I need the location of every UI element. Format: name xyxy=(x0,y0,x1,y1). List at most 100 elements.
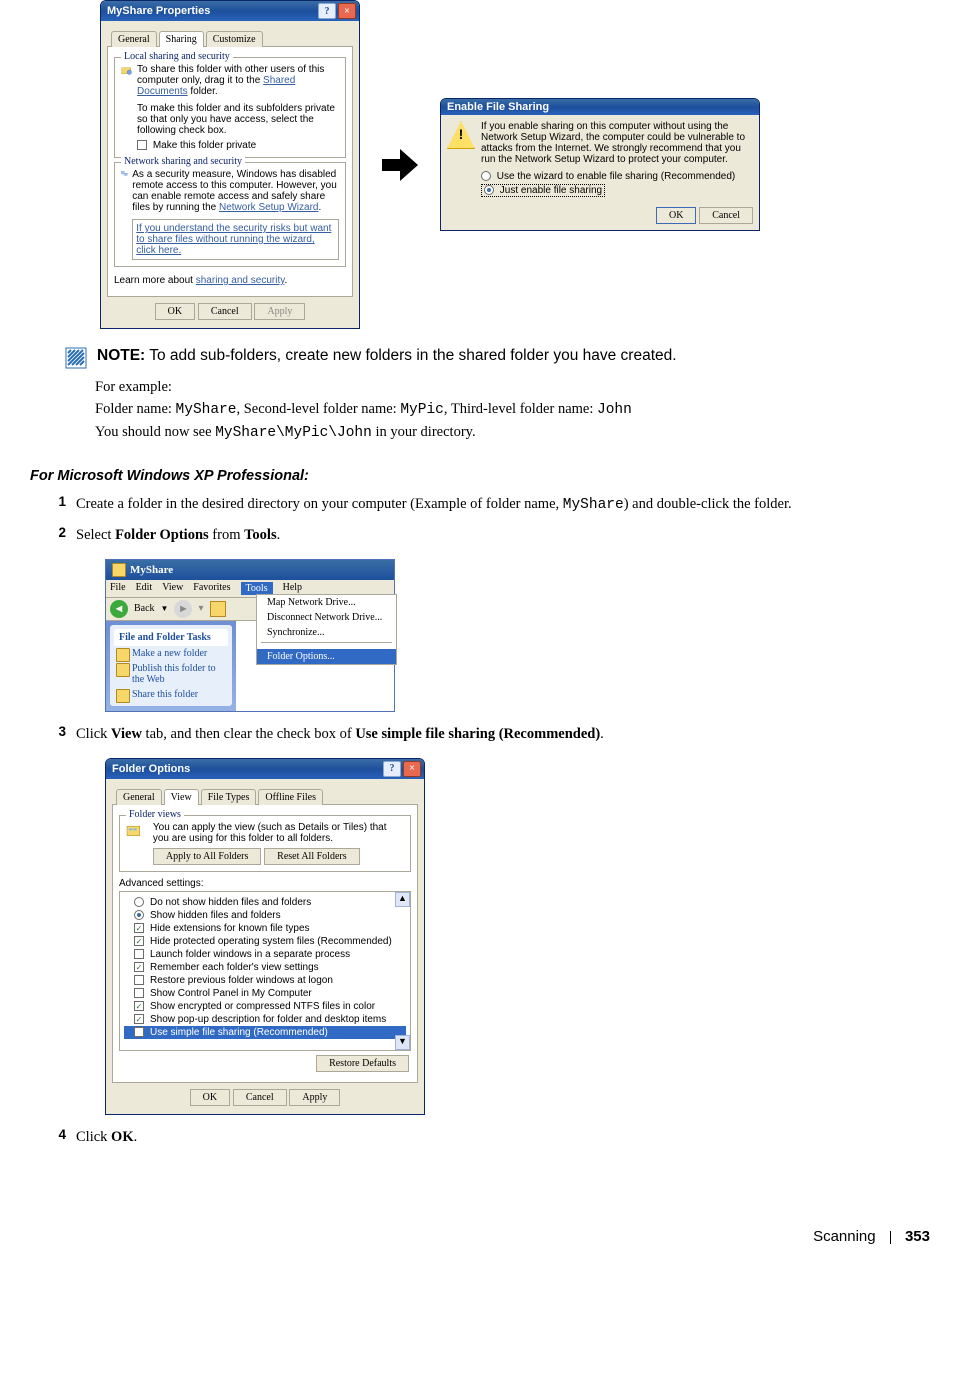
help-button[interactable]: ? xyxy=(383,761,401,777)
advanced-setting-item[interactable]: Restore previous folder windows at logon xyxy=(124,974,406,987)
sidebar-item[interactable]: Publish this folder to the Web xyxy=(114,661,228,687)
advanced-setting-item[interactable]: Show Control Panel in My Computer xyxy=(124,987,406,1000)
sidebar-item[interactable]: Make a new folder xyxy=(114,646,228,661)
checkbox-icon[interactable] xyxy=(134,988,144,998)
tab-general[interactable]: General xyxy=(116,789,162,805)
share-without-wizard-link[interactable]: If you understand the security risks but… xyxy=(132,219,339,260)
menu-file[interactable]: File xyxy=(110,582,126,595)
advanced-setting-label: Show pop-up description for folder and d… xyxy=(150,1014,386,1025)
cancel-button[interactable]: Cancel xyxy=(198,303,252,320)
forward-button[interactable]: ► xyxy=(174,600,192,618)
tools-menu-item[interactable]: Synchronize... xyxy=(257,625,396,640)
advanced-setting-label: Hide extensions for known file types xyxy=(150,923,310,934)
folder-views-text: You can apply the view (such as Details … xyxy=(153,822,404,844)
note-label: NOTE: xyxy=(97,347,145,364)
advanced-setting-item[interactable]: Launch folder windows in a separate proc… xyxy=(124,948,406,961)
enable-file-sharing-dialog: Enable File Sharing If you enable sharin… xyxy=(440,98,760,231)
step-3-text: Click View tab, and then clear the check… xyxy=(76,724,940,746)
use-wizard-radio[interactable] xyxy=(481,171,491,181)
apply-button[interactable]: Apply xyxy=(289,1089,340,1106)
reset-all-button[interactable]: Reset All Folders xyxy=(264,848,359,865)
tools-menu-item[interactable]: Disconnect Network Drive... xyxy=(257,610,396,625)
dialog-title: Enable File Sharing xyxy=(447,101,549,113)
menu-view[interactable]: View xyxy=(162,582,183,595)
back-button[interactable]: ◄ xyxy=(110,600,128,618)
radio-icon[interactable] xyxy=(134,910,144,920)
make-private-checkbox[interactable] xyxy=(137,140,147,150)
group-local-title: Local sharing and security xyxy=(121,51,233,62)
advanced-setting-label: Use simple file sharing (Recommended) xyxy=(150,1027,328,1038)
close-button[interactable]: × xyxy=(338,3,356,19)
footer-page-number: 353 xyxy=(905,1228,930,1245)
advanced-setting-item[interactable]: ✓ Hide protected operating system files (… xyxy=(124,935,406,948)
tools-dropdown: Map Network Drive... Disconnect Network … xyxy=(256,594,397,665)
advanced-setting-label: Remember each folder's view settings xyxy=(150,962,319,973)
scroll-down-button[interactable]: ▼ xyxy=(395,1035,410,1050)
apply-button[interactable]: Apply xyxy=(254,303,305,320)
help-button[interactable]: ? xyxy=(318,3,336,19)
apply-to-all-button[interactable]: Apply to All Folders xyxy=(153,848,262,865)
radio-icon[interactable] xyxy=(134,897,144,907)
learn-more-text: Learn more about xyxy=(114,275,193,286)
advanced-setting-item[interactable]: ✓ Show pop-up description for folder and … xyxy=(124,1013,406,1026)
just-enable-radio[interactable] xyxy=(484,185,494,195)
folder-users-icon xyxy=(121,64,133,92)
tab-offline[interactable]: Offline Files xyxy=(258,789,323,805)
menu-edit[interactable]: Edit xyxy=(136,582,153,595)
explorer-title: MyShare xyxy=(130,564,173,576)
tab-sharing[interactable]: Sharing xyxy=(159,31,204,47)
restore-defaults-button[interactable]: Restore Defaults xyxy=(316,1055,409,1072)
checkbox-icon[interactable] xyxy=(134,1027,144,1037)
advanced-setting-item[interactable]: ✓ Remember each folder's view settings xyxy=(124,961,406,974)
advanced-setting-item[interactable]: ✓ Hide extensions for known file types xyxy=(124,922,406,935)
step-3-number: 3 xyxy=(52,724,76,746)
advanced-settings-list[interactable]: ▲ Do not show hidden files and foldersSh… xyxy=(119,891,411,1051)
note-block: NOTE: To add sub-folders, create new fol… xyxy=(65,347,940,369)
step-1-number: 1 xyxy=(52,494,76,517)
advanced-setting-label: Do not show hidden files and folders xyxy=(150,897,311,908)
sidebar-item[interactable]: Share this folder xyxy=(114,687,228,702)
advanced-setting-label: Show hidden files and folders xyxy=(150,910,281,921)
tools-menu-item[interactable]: Map Network Drive... xyxy=(257,595,396,610)
checkbox-icon[interactable]: ✓ xyxy=(134,962,144,972)
tab-view[interactable]: View xyxy=(164,789,199,805)
tools-menu-folder-options[interactable]: Folder Options... xyxy=(257,649,396,664)
enable-body-text: If you enable sharing on this computer w… xyxy=(481,121,753,165)
tab-customize[interactable]: Customize xyxy=(206,31,263,47)
up-button[interactable] xyxy=(210,601,226,617)
cancel-button[interactable]: Cancel xyxy=(233,1089,287,1106)
advanced-setting-item[interactable]: ✓ Show encrypted or compressed NTFS files… xyxy=(124,1000,406,1013)
step-2-number: 2 xyxy=(52,525,76,547)
checkbox-icon[interactable] xyxy=(134,975,144,985)
advanced-settings-label: Advanced settings: xyxy=(119,878,411,889)
advanced-setting-item[interactable]: Show hidden files and folders xyxy=(124,909,406,922)
step-2-text: Select Folder Options from Tools. xyxy=(76,525,940,547)
advanced-setting-item[interactable]: Do not show hidden files and folders xyxy=(124,896,406,909)
ok-button[interactable]: OK xyxy=(190,1089,230,1106)
menu-favorites[interactable]: Favorites xyxy=(193,582,230,595)
cancel-button[interactable]: Cancel xyxy=(699,207,753,224)
folder-views-title: Folder views xyxy=(126,809,184,820)
advanced-setting-item[interactable]: Use simple file sharing (Recommended) xyxy=(124,1026,406,1039)
back-label: Back xyxy=(134,603,155,614)
ok-button[interactable]: OK xyxy=(656,207,696,224)
checkbox-icon[interactable]: ✓ xyxy=(134,1014,144,1024)
ok-button[interactable]: OK xyxy=(155,303,195,320)
dialog-title: MyShare Properties xyxy=(107,5,210,17)
advanced-setting-label: Launch folder windows in a separate proc… xyxy=(150,949,350,960)
checkbox-icon[interactable]: ✓ xyxy=(134,923,144,933)
checkbox-icon[interactable]: ✓ xyxy=(134,936,144,946)
network-setup-wizard-link[interactable]: Network Setup Wizard xyxy=(219,202,318,213)
note-icon xyxy=(65,347,87,369)
close-button[interactable]: × xyxy=(403,761,421,777)
tab-general[interactable]: General xyxy=(111,31,157,47)
dialog-title: Folder Options xyxy=(112,763,190,775)
checkbox-icon[interactable]: ✓ xyxy=(134,1001,144,1011)
checkbox-icon[interactable] xyxy=(134,949,144,959)
use-wizard-label: Use the wizard to enable file sharing (R… xyxy=(497,171,735,182)
tab-filetypes[interactable]: File Types xyxy=(201,789,257,805)
step-1-text: Create a folder in the desired directory… xyxy=(76,494,940,517)
advanced-setting-label: Show encrypted or compressed NTFS files … xyxy=(150,1001,375,1012)
advanced-setting-label: Hide protected operating system files (R… xyxy=(150,936,392,947)
sharing-security-link[interactable]: sharing and security xyxy=(196,275,285,286)
